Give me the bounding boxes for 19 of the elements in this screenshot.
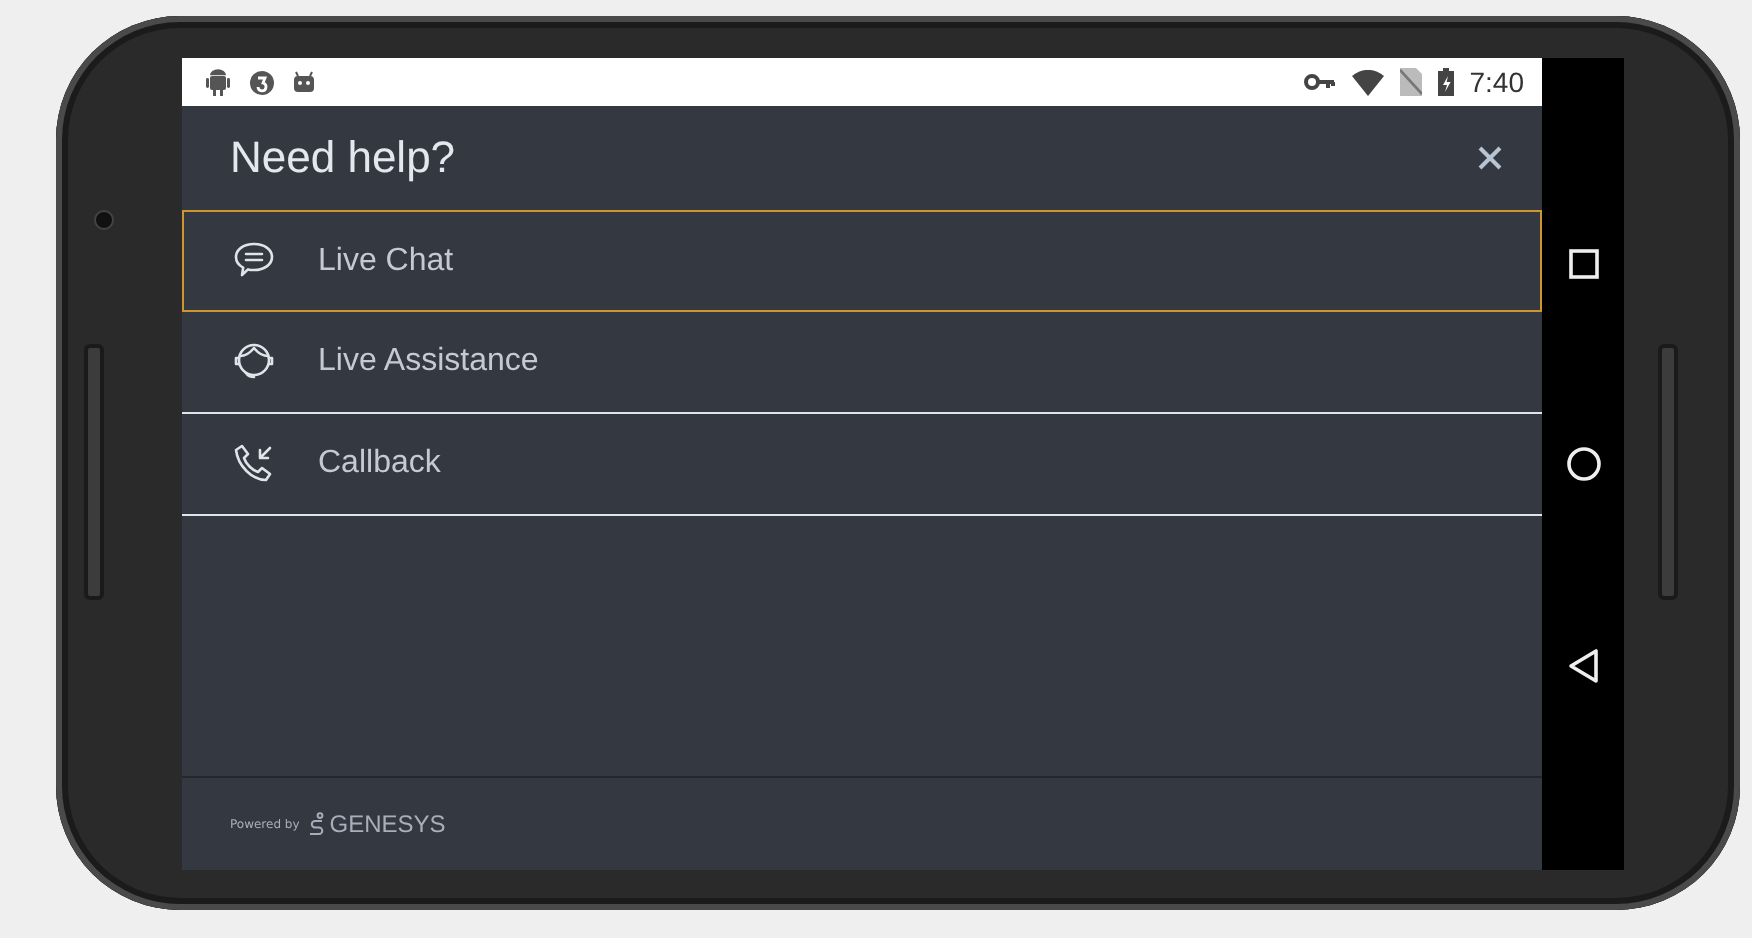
robot-icon <box>292 70 316 94</box>
home-icon[interactable] <box>1565 445 1601 482</box>
menu-option[interactable]: Callback <box>182 414 1542 516</box>
sync-icon <box>248 68 276 96</box>
recents-icon[interactable] <box>1567 248 1599 281</box>
camera-dot <box>94 210 114 230</box>
clock-time: 7:40 <box>1469 66 1524 98</box>
logo-icon <box>307 811 326 837</box>
wifi-icon <box>1351 69 1384 95</box>
close-icon[interactable] <box>1478 146 1502 170</box>
battery-icon <box>1437 68 1454 96</box>
back-icon[interactable] <box>1567 647 1599 684</box>
brand-name: GENESYS <box>329 810 446 838</box>
dialog-title: Need help? <box>230 132 456 184</box>
key-icon <box>1303 72 1336 92</box>
no-sim-icon <box>1399 68 1422 96</box>
menu-option[interactable]: Live Chat <box>182 210 1542 312</box>
android-icon <box>204 68 232 96</box>
menu-option[interactable]: Live Assistance <box>182 312 1542 414</box>
